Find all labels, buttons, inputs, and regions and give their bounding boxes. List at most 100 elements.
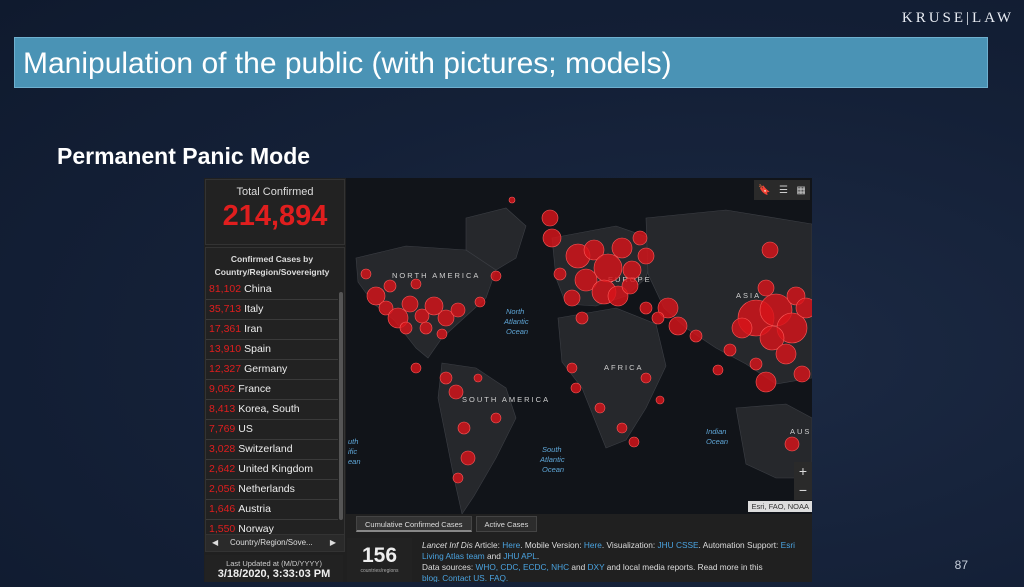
case-bubble[interactable] bbox=[448, 384, 464, 400]
country-list-item[interactable]: 35,713 Italy bbox=[206, 300, 338, 320]
info-link-jhu-csse[interactable]: JHU CSSE bbox=[658, 540, 699, 550]
country-case-count: 3,028 bbox=[209, 443, 236, 455]
info-link-apl[interactable]: JHU APL bbox=[503, 551, 537, 561]
case-bubble[interactable] bbox=[793, 365, 811, 383]
case-bubble[interactable] bbox=[508, 196, 516, 204]
case-bubble[interactable] bbox=[541, 209, 559, 227]
case-bubble[interactable] bbox=[410, 362, 422, 374]
case-bubble[interactable] bbox=[755, 371, 777, 393]
country-list-item[interactable]: 3,028 Switzerland bbox=[206, 440, 338, 460]
case-bubble[interactable] bbox=[655, 395, 665, 405]
case-bubble[interactable] bbox=[723, 343, 737, 357]
slide-title: Manipulation of the public (with picture… bbox=[23, 47, 672, 80]
case-bubble[interactable] bbox=[639, 301, 653, 315]
country-case-count: 2,056 bbox=[209, 483, 236, 495]
case-bubble[interactable] bbox=[594, 402, 606, 414]
world-map[interactable]: North Atlantic Ocean South Atlantic Ocea… bbox=[346, 178, 812, 514]
case-bubble[interactable] bbox=[616, 422, 628, 434]
country-list-item[interactable]: 2,642 United Kingdom bbox=[206, 460, 338, 480]
map-label-south-pacific-1: uth bbox=[348, 437, 358, 446]
case-bubble[interactable] bbox=[401, 295, 419, 313]
info-link-article[interactable]: Here bbox=[502, 540, 520, 550]
case-bubble[interactable] bbox=[473, 373, 483, 383]
country-list-item[interactable]: 9,052 France bbox=[206, 380, 338, 400]
last-updated-panel: Last Updated at (M/D/YYYY) 3/18/2020, 3:… bbox=[205, 555, 343, 582]
country-case-count: 17,361 bbox=[209, 323, 242, 335]
case-bubble[interactable] bbox=[553, 267, 567, 281]
case-bubble[interactable] bbox=[452, 472, 464, 484]
case-bubble[interactable] bbox=[621, 277, 639, 295]
list-scrollbar[interactable] bbox=[339, 292, 343, 520]
map-label-south-america: SOUTH AMERICA bbox=[462, 395, 550, 404]
case-bubble[interactable] bbox=[575, 311, 589, 325]
case-bubble[interactable] bbox=[731, 317, 753, 339]
case-bubble[interactable] bbox=[640, 372, 652, 384]
country-case-count: 1,646 bbox=[209, 503, 236, 515]
country-list-item[interactable]: 7,769 US bbox=[206, 420, 338, 440]
case-bubble[interactable] bbox=[668, 316, 688, 336]
map-toolbar: 🔖 ☰ ▦ bbox=[754, 180, 810, 200]
country-list-pager: ◀ Country/Region/Sove... ▶ bbox=[205, 534, 345, 552]
country-case-count: 13,910 bbox=[209, 343, 242, 355]
case-bubble[interactable] bbox=[593, 253, 623, 283]
case-bubble[interactable] bbox=[761, 241, 779, 259]
case-bubble[interactable] bbox=[611, 237, 633, 259]
case-bubble[interactable] bbox=[632, 230, 648, 246]
case-bubble[interactable] bbox=[566, 362, 578, 374]
case-bubble[interactable] bbox=[419, 321, 433, 335]
case-bubble[interactable] bbox=[410, 278, 422, 290]
country-list-item[interactable]: 1,646 Austria bbox=[206, 500, 338, 520]
case-bubble[interactable] bbox=[637, 247, 655, 265]
case-bubble[interactable] bbox=[490, 412, 502, 424]
last-updated-value: 3/18/2020, 3:33:03 PM bbox=[217, 568, 331, 580]
case-bubble[interactable] bbox=[542, 228, 562, 248]
case-bubble[interactable] bbox=[712, 364, 724, 376]
countries-count-panel: 156 countries/regions bbox=[347, 538, 412, 582]
countries-count-label: countries/regions bbox=[360, 568, 399, 574]
case-bubble[interactable] bbox=[651, 311, 665, 325]
zoom-in-button[interactable]: + bbox=[794, 462, 812, 481]
case-bubble[interactable] bbox=[757, 279, 775, 297]
info-link-mobile[interactable]: Here bbox=[584, 540, 602, 550]
info-link-dxy[interactable]: DXY bbox=[588, 562, 605, 572]
info-link-blog[interactable]: blog. Contact US. FAQ. bbox=[422, 573, 508, 582]
zoom-out-button[interactable]: − bbox=[794, 481, 812, 500]
case-bubble[interactable] bbox=[784, 436, 800, 452]
case-bubble[interactable] bbox=[460, 450, 476, 466]
country-list-item[interactable]: 13,910 Spain bbox=[206, 340, 338, 360]
pager-next-icon[interactable]: ▶ bbox=[330, 535, 336, 551]
case-bubble[interactable] bbox=[490, 270, 502, 282]
country-list-item[interactable]: 8,413 Korea, South bbox=[206, 400, 338, 420]
case-bubble[interactable] bbox=[360, 268, 372, 280]
pager-prev-icon[interactable]: ◀ bbox=[212, 535, 218, 551]
case-bubble[interactable] bbox=[570, 382, 582, 394]
case-bubble[interactable] bbox=[383, 279, 397, 293]
slide-title-bar: Manipulation of the public (with picture… bbox=[14, 37, 988, 88]
tab-cumulative-confirmed[interactable]: Cumulative Confirmed Cases bbox=[356, 516, 472, 532]
country-list-item[interactable]: 81,102 China bbox=[206, 280, 338, 300]
total-confirmed-label: Total Confirmed bbox=[236, 186, 314, 198]
case-bubble[interactable] bbox=[628, 436, 640, 448]
case-bubble[interactable] bbox=[474, 296, 486, 308]
legend-list-icon[interactable]: ☰ bbox=[779, 185, 788, 196]
country-list-item[interactable]: 2,056 Netherlands bbox=[206, 480, 338, 500]
tab-active-cases[interactable]: Active Cases bbox=[475, 516, 538, 532]
case-bubble[interactable] bbox=[689, 329, 703, 343]
country-list-item[interactable]: 17,361 Iran bbox=[206, 320, 338, 340]
map-label-north-america: NORTH AMERICA bbox=[392, 271, 480, 280]
info-link-sources[interactable]: WHO, CDC, ECDC, NHC bbox=[476, 562, 570, 572]
case-bubble[interactable] bbox=[399, 321, 413, 335]
case-bubble[interactable] bbox=[439, 371, 453, 385]
case-bubble[interactable] bbox=[450, 302, 466, 318]
case-bubble[interactable] bbox=[563, 289, 581, 307]
case-bubble[interactable] bbox=[775, 343, 797, 365]
map-label-asia: ASIA bbox=[736, 291, 761, 300]
basemap-gallery-icon[interactable]: ▦ bbox=[796, 185, 805, 196]
case-bubble[interactable] bbox=[457, 421, 471, 435]
case-bubble[interactable] bbox=[622, 260, 642, 280]
case-bubble[interactable] bbox=[749, 357, 763, 371]
map-tabs: Cumulative Confirmed Cases Active Cases bbox=[356, 516, 538, 532]
country-list-item[interactable]: 12,327 Germany bbox=[206, 360, 338, 380]
case-bubble[interactable] bbox=[436, 328, 448, 340]
bookmark-icon[interactable]: 🔖 bbox=[758, 185, 770, 196]
